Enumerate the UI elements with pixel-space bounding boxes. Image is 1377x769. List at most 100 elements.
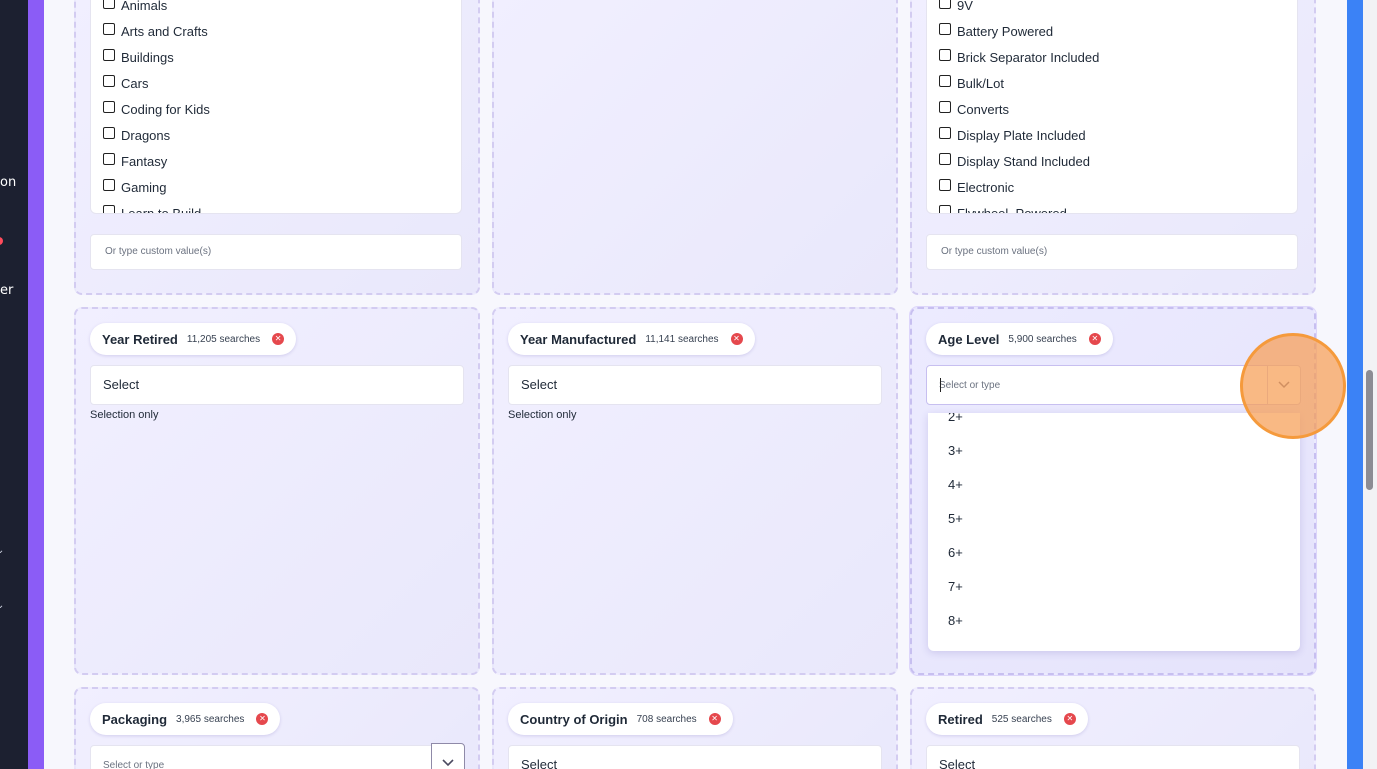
menu-option[interactable]: 8+ — [948, 613, 963, 628]
remove-icon[interactable]: ✕ — [272, 333, 285, 345]
remove-icon[interactable]: ✕ — [708, 713, 721, 725]
filter-chip[interactable]: Age Level 5,900 searches ✕ — [926, 323, 1113, 355]
filter-card-age-level: Age Level 5,900 searches ✕ Select or typ… — [910, 307, 1316, 675]
checkbox-option[interactable]: Brick Separator Included — [939, 48, 1099, 65]
remove-icon[interactable]: ✕ — [1088, 333, 1101, 345]
checkbox-option[interactable]: Electronic — [939, 178, 1014, 195]
chevron-down-icon[interactable]: ⌄ — [0, 600, 4, 611]
filter-chip[interactable]: Year Manufactured 11,141 searches ✕ — [508, 323, 755, 355]
remove-icon[interactable]: ✕ — [1063, 713, 1076, 725]
checkbox[interactable] — [103, 0, 115, 9]
sidebar-item-label[interactable]: on — [0, 175, 16, 190]
chevron-down-icon — [1278, 381, 1290, 389]
search-count: 5,900 searches — [1008, 333, 1077, 345]
checkbox-option[interactable]: Cars — [103, 74, 148, 91]
notification-dot — [0, 237, 3, 245]
checkbox[interactable] — [103, 48, 115, 61]
search-count: 708 searches — [636, 713, 697, 725]
checkbox-option[interactable]: Flywheel, Powered — [939, 204, 1067, 213]
custom-value-input[interactable]: Or type custom value(s) — [90, 234, 462, 270]
packaging-input[interactable]: Select or type — [90, 745, 432, 769]
retired-select[interactable]: Select — [926, 745, 1300, 769]
filter-card-retired: Retired 525 searches ✕ Select — [910, 687, 1316, 769]
checkbox-option[interactable]: Display Stand Included — [939, 152, 1090, 169]
chevron-down-icon[interactable]: ⌄ — [0, 545, 4, 556]
checkbox[interactable] — [103, 178, 115, 191]
filter-chip[interactable]: Packaging 3,965 searches ✕ — [90, 703, 281, 735]
search-count: 11,205 searches — [186, 333, 261, 345]
checkbox-option[interactable]: Animals — [103, 0, 167, 13]
custom-value-input[interactable]: Or type custom value(s) — [926, 234, 1298, 270]
menu-option[interactable]: 5+ — [948, 511, 963, 526]
menu-option[interactable]: 6+ — [948, 545, 963, 560]
year-manufactured-select[interactable]: Select — [508, 365, 882, 405]
age-level-input[interactable]: Select or type — [926, 365, 1268, 405]
filter-chip[interactable]: Retired 525 searches ✕ — [926, 703, 1088, 735]
checkbox[interactable] — [103, 152, 115, 165]
checkbox-option[interactable]: Buildings — [103, 48, 174, 65]
search-count: 525 searches — [991, 713, 1052, 725]
features-checklist[interactable]: 9V Battery Powered Brick Separator Inclu… — [926, 0, 1298, 214]
filter-card-empty — [492, 0, 898, 295]
checkbox[interactable] — [939, 126, 951, 139]
checkbox-option[interactable]: Bulk/Lot — [939, 74, 1004, 91]
sidebar: on er ⌄ ⌄ — [0, 0, 28, 769]
checkbox-option[interactable]: Learn to Build — [103, 204, 201, 213]
filter-card-packaging: Packaging 3,965 searches ✕ Select or typ… — [74, 687, 480, 769]
checkbox[interactable] — [939, 100, 951, 113]
chevron-down-icon — [442, 759, 454, 767]
menu-option[interactable]: 4+ — [948, 477, 963, 492]
checkbox-option[interactable]: Battery Powered — [939, 22, 1053, 39]
scrollbar-thumb[interactable] — [1366, 370, 1373, 490]
dropdown-toggle-button[interactable] — [431, 743, 465, 769]
filter-label: Year Retired — [102, 331, 178, 347]
accent-strip — [28, 0, 44, 769]
filter-label: Year Manufactured — [520, 331, 637, 347]
checkbox[interactable] — [939, 74, 951, 87]
remove-icon[interactable]: ✕ — [730, 333, 743, 345]
checkbox[interactable] — [939, 0, 951, 9]
menu-option[interactable]: 2+ — [948, 413, 963, 424]
checkbox-option[interactable]: Coding for Kids — [103, 100, 210, 117]
filter-panel: Animals Arts and Crafts Buildings Cars C… — [44, 0, 1347, 769]
checkbox-option[interactable]: Arts and Crafts — [103, 22, 208, 39]
checkbox[interactable] — [939, 178, 951, 191]
filter-label: Retired — [938, 711, 983, 727]
filter-card-features: 9V Battery Powered Brick Separator Inclu… — [910, 0, 1316, 295]
checkbox-option[interactable]: Gaming — [103, 178, 167, 195]
filter-card-themes: Animals Arts and Crafts Buildings Cars C… — [74, 0, 480, 295]
filter-label: Age Level — [938, 331, 1000, 347]
search-count: 11,141 searches — [645, 333, 719, 345]
filter-card-year-manufactured: Year Manufactured 11,141 searches ✕ Sele… — [492, 307, 898, 675]
checkbox-option[interactable]: Fantasy — [103, 152, 167, 169]
checkbox[interactable] — [939, 48, 951, 61]
menu-option[interactable]: 3+ — [948, 443, 963, 458]
checkbox[interactable] — [103, 126, 115, 139]
checkbox-option[interactable]: 9V — [939, 0, 973, 13]
filter-chip[interactable]: Country of Origin 708 searches ✕ — [508, 703, 733, 735]
themes-checklist[interactable]: Animals Arts and Crafts Buildings Cars C… — [90, 0, 462, 214]
dropdown-toggle-button[interactable] — [1267, 365, 1301, 405]
checkbox[interactable] — [103, 204, 115, 213]
checkbox-option[interactable]: Display Plate Included — [939, 126, 1086, 143]
filter-label: Country of Origin — [520, 711, 628, 727]
checkbox[interactable] — [103, 100, 115, 113]
checkbox-option[interactable]: Dragons — [103, 126, 170, 143]
checkbox[interactable] — [103, 74, 115, 87]
checkbox[interactable] — [103, 22, 115, 35]
checkbox-option[interactable]: Converts — [939, 100, 1009, 117]
year-retired-select[interactable]: Select — [90, 365, 464, 405]
sidebar-item-label[interactable]: er — [0, 283, 13, 298]
remove-icon[interactable]: ✕ — [256, 713, 269, 725]
text-caret — [940, 378, 941, 392]
scrollbar[interactable] — [1363, 0, 1377, 769]
age-level-options-menu: 2+ 3+ 4+ 5+ 6+ 7+ 8+ — [928, 413, 1300, 651]
checkbox[interactable] — [939, 22, 951, 35]
checkbox[interactable] — [939, 204, 951, 213]
menu-option[interactable]: 7+ — [948, 579, 963, 594]
search-count: 3,965 searches — [176, 713, 245, 725]
country-of-origin-select[interactable]: Select — [508, 745, 882, 769]
checkbox[interactable] — [939, 152, 951, 165]
filter-card-year-retired: Year Retired 11,205 searches ✕ Select Se… — [74, 307, 480, 675]
filter-chip[interactable]: Year Retired 11,205 searches ✕ — [90, 323, 297, 355]
